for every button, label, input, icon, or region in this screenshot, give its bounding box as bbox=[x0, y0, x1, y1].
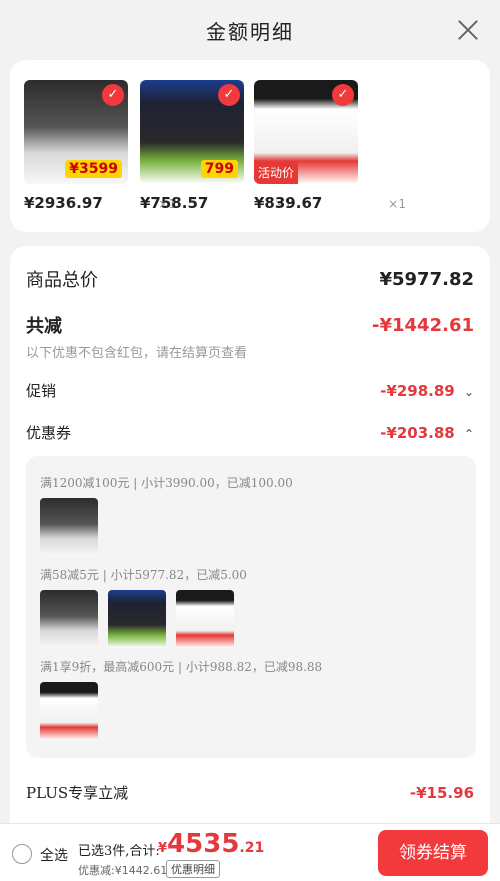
promo-value: -¥298.89 bbox=[380, 381, 455, 400]
checkout-button[interactable]: 领券结算 bbox=[378, 830, 488, 876]
total-label: 商品总价 bbox=[26, 270, 98, 291]
product-strip: ✓ ¥3599 ¥2936.97 ×1 ✓ 799 ¥758.57 ×1 ✓ 活… bbox=[10, 60, 490, 232]
select-all-label[interactable]: 全选 bbox=[40, 845, 68, 865]
coupon-line: 满1200减100元 | 小计3990.00，已减100.00 bbox=[40, 476, 293, 490]
page-title: 金额明细 bbox=[206, 19, 294, 44]
discount-note: 以下优惠不包含红包，请在结算页查看 bbox=[26, 346, 248, 361]
plus-row: PLUS专享立减 -¥15.96 bbox=[26, 782, 474, 803]
dishwasher-thumb bbox=[40, 498, 98, 556]
total-value: ¥5977.82 bbox=[379, 268, 474, 290]
coupon-line: 满58减5元 | 小计5977.82，已减5.00 bbox=[40, 568, 247, 582]
chevron-up-icon[interactable]: ⌃ bbox=[464, 427, 474, 441]
product-item-dishwasher[interactable]: ✓ ¥3599 ¥2936.97 ×1 bbox=[24, 80, 176, 212]
total-decimal: .21 bbox=[239, 840, 265, 856]
product-price: ¥758.57 bbox=[140, 194, 209, 212]
checkout-bar: 全选 已选3件,合计: ¥4535.21 优惠减:¥1442.61 优惠明细 领… bbox=[0, 823, 500, 881]
water-heater-thumb bbox=[40, 682, 98, 740]
promo-label: 促销 bbox=[26, 382, 57, 400]
product-price: ¥839.67 bbox=[254, 194, 323, 212]
coupon-detail-box: 满1200减100元 | 小计3990.00，已减100.00 满58减5元 |… bbox=[26, 456, 476, 758]
amount-detail-card: 商品总价 ¥5977.82 共减 -¥1442.61 以下优惠不包含红包，请在结… bbox=[10, 246, 490, 846]
currency-symbol: ¥ bbox=[158, 841, 168, 856]
product-item-heater[interactable]: ✓ 活动价 ¥839.67 ×1 bbox=[254, 80, 406, 212]
coupon-row[interactable]: 优惠券 -¥203.88 ⌃ bbox=[26, 422, 474, 443]
discount-detail-link[interactable]: 优惠明细 bbox=[166, 860, 220, 878]
price-badge: 799 bbox=[200, 160, 238, 178]
check-icon: ✓ bbox=[102, 84, 124, 106]
gas-stove-image: ✓ 799 bbox=[140, 80, 244, 184]
dishwasher-image: ✓ ¥3599 bbox=[24, 80, 128, 184]
select-all-radio[interactable] bbox=[12, 844, 32, 864]
close-icon[interactable] bbox=[454, 16, 482, 44]
product-item-stove[interactable]: ✓ 799 ¥758.57 ×1 bbox=[140, 80, 292, 212]
price-badge: 活动价 bbox=[254, 162, 299, 184]
gas-stove-thumb bbox=[108, 590, 166, 648]
bottom-discount-note: 优惠减:¥1442.61 bbox=[78, 864, 168, 877]
coupon-label: 优惠券 bbox=[26, 424, 72, 442]
discount-value: -¥1442.61 bbox=[372, 314, 474, 336]
product-price: ¥2936.97 bbox=[24, 194, 103, 212]
check-icon: ✓ bbox=[332, 84, 354, 106]
coupon-value: -¥203.88 bbox=[380, 423, 455, 442]
plus-value: -¥15.96 bbox=[409, 783, 474, 802]
selected-summary: 已选3件,合计: bbox=[78, 844, 160, 859]
promo-row[interactable]: 促销 -¥298.89 ⌄ bbox=[26, 380, 474, 401]
discount-note-row: 以下优惠不包含红包，请在结算页查看 bbox=[26, 342, 474, 361]
total-amount: ¥4535.21 bbox=[158, 829, 264, 859]
dishwasher-thumb bbox=[40, 590, 98, 648]
discount-row: 共减 -¥1442.61 bbox=[26, 312, 474, 338]
discount-label: 共减 bbox=[26, 316, 62, 337]
water-heater-thumb bbox=[176, 590, 234, 648]
water-heater-image: ✓ 活动价 bbox=[254, 80, 358, 184]
product-qty: ×1 bbox=[388, 197, 406, 211]
total-integer: 4535 bbox=[167, 829, 240, 859]
total-row: 商品总价 ¥5977.82 bbox=[26, 266, 474, 292]
price-badge: ¥3599 bbox=[65, 160, 122, 178]
header: 金额明细 bbox=[0, 0, 500, 60]
check-icon: ✓ bbox=[218, 84, 240, 106]
coupon-line: 满1享9折，最高减600元 | 小计988.82，已减98.88 bbox=[40, 660, 323, 674]
chevron-down-icon[interactable]: ⌄ bbox=[464, 385, 474, 399]
plus-label: PLUS专享立减 bbox=[26, 784, 129, 802]
